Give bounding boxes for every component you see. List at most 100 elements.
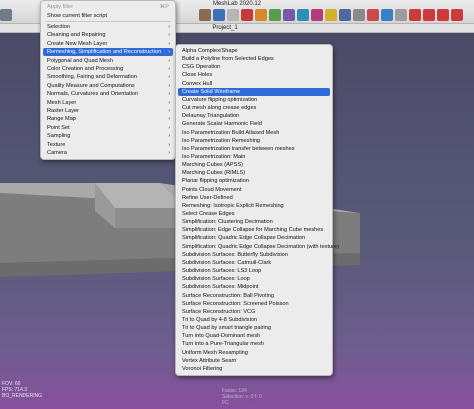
filters-menu: Apply filter ⌘P Show current filter scri… — [40, 0, 176, 160]
submenu-item-refine-user-defined[interactable]: Refine User-Defined — [178, 194, 330, 202]
chevron-right-icon: › — [168, 40, 170, 47]
chevron-right-icon: › — [168, 99, 170, 106]
chevron-right-icon: › — [168, 74, 170, 81]
submenu-item-turn-into-quad-dominant-mesh[interactable]: Turn into Quad-Dominant mesh — [178, 332, 330, 340]
submenu-item-planar-flipping-optimization[interactable]: Planar flipping optimization — [178, 177, 330, 185]
filter-category-texture[interactable]: Texture › — [43, 141, 173, 149]
submenu-item-iso-parametrization-build-atlased-mesh[interactable]: Iso Parametrization Build Atlased Mesh — [178, 129, 330, 137]
toolbar-icon[interactable] — [241, 9, 253, 21]
submenu-item-subdivision-surfaces-loop[interactable]: Subdivision Surfaces: Loop — [178, 275, 330, 283]
filter-category-normals-curvatures-and-orientation[interactable]: Normals, Curvatures and Orientation › — [43, 90, 173, 98]
filter-category-color-creation-and-processing[interactable]: Color Creation and Processing › — [43, 65, 173, 73]
filter-category-label: Camera — [47, 150, 67, 156]
submenu-item-marching-cubes-rimls[interactable]: Marching Cubes (RIMLS) — [178, 169, 330, 177]
submenu-item-subdivision-surfaces-ls3-loop[interactable]: Subdivision Surfaces: LS3 Loop — [178, 267, 330, 275]
filter-category-label: Polygonal and Quad Mesh — [47, 57, 113, 64]
submenu-item-simplification-quadric-edge-collapse-decimation[interactable]: Simplification: Quadric Edge Collapse De… — [178, 234, 330, 242]
chevron-right-icon: › — [168, 66, 170, 72]
submenu-item-uniform-mesh-resampling[interactable]: Uniform Mesh Resampling — [178, 349, 330, 357]
chevron-right-icon: › — [168, 49, 170, 56]
toolbar-icon[interactable] — [0, 9, 12, 21]
submenu-item-close-holes[interactable]: Close Holes — [178, 71, 330, 79]
submenu-item-simplification-edge-collapse-for-marching-cube-meshes[interactable]: Simplification: Edge Collapse for Marchi… — [178, 226, 330, 234]
filter-category-point-set[interactable]: Point Set › — [43, 124, 173, 132]
filter-category-polygonal-and-quad-mesh[interactable]: Polygonal and Quad Mesh › — [43, 57, 173, 65]
submenu-item-marching-cubes-apss[interactable]: Marching Cubes (APSS) — [178, 161, 330, 169]
apply-filter-label: Apply filter — [47, 4, 74, 10]
toolbar-icon[interactable] — [297, 9, 309, 21]
submenu-item-generate-scalar-harmonic-field[interactable]: Generate Scalar Harmonic Field — [178, 120, 330, 128]
chevron-right-icon: › — [168, 32, 170, 39]
tab-project[interactable]: Project_1 — [170, 24, 280, 33]
toolbar-icon[interactable] — [283, 9, 295, 21]
submenu-item-vertex-attribute-seam[interactable]: Vertex Attribute Seam — [178, 357, 330, 365]
submenu-item-iso-parametrization-transfer-between-meshes[interactable]: Iso Parametrization transfer between mes… — [178, 145, 330, 153]
filter-category-sampling[interactable]: Sampling › — [43, 132, 173, 140]
apply-filter-item: Apply filter ⌘P — [43, 3, 173, 11]
submenu-item-subdivision-surfaces-butterfly-subdivision[interactable]: Subdivision Surfaces: Butterfly Subdivis… — [178, 251, 330, 259]
submenu-item-surface-reconstruction-screened-poisson[interactable]: Surface Reconstruction: Screened Poisson — [178, 300, 330, 308]
chevron-right-icon: › — [168, 150, 170, 156]
submenu-item-create-solid-wireframe[interactable]: Create Solid Wireframe — [178, 87, 330, 96]
submenu-item-convex-hull[interactable]: Convex Hull — [178, 80, 330, 88]
filter-category-mesh-layer[interactable]: Mesh Layer › — [43, 99, 173, 107]
submenu-item-points-cloud-movement[interactable]: Points Cloud Movement — [178, 186, 330, 194]
submenu-item-turn-into-a-pure-triangular-mesh[interactable]: Turn into a Pure-Triangular mesh — [178, 340, 330, 348]
hud-left: FOV: 60 FPS: 714.3 BO_RENDERING — [2, 381, 42, 399]
close-icon[interactable] — [423, 9, 435, 21]
toolbar-icon[interactable] — [367, 9, 379, 21]
toolbar-icon[interactable] — [325, 9, 337, 21]
filter-category-remeshing-simplification-and-reconstruction[interactable]: Remeshing, Simplification and Reconstruc… — [43, 48, 173, 57]
filter-category-label: Sampling — [47, 133, 71, 140]
toolbar-icon[interactable] — [255, 9, 267, 21]
filter-category-range-map[interactable]: Range Map › — [43, 115, 173, 123]
toolbar-icon[interactable] — [213, 9, 225, 21]
filter-category-cleaning-and-repairing[interactable]: Cleaning and Repairing › — [43, 31, 173, 39]
toolbar-icon[interactable] — [227, 9, 239, 21]
filter-category-label: Range Map — [47, 116, 76, 123]
show-filter-script-item[interactable]: Show current filter script — [43, 12, 173, 20]
filter-category-selection[interactable]: Selection › — [43, 23, 173, 31]
chevron-right-icon: › — [168, 108, 170, 114]
submenu-item-cut-mesh-along-crease-edges[interactable]: Cut mesh along crease edges — [178, 104, 330, 112]
toolbar-icon[interactable] — [381, 9, 393, 21]
filter-category-label: Create New Mesh Layer — [47, 40, 108, 47]
submenu-item-csg-operation[interactable]: CSG Operation — [178, 63, 330, 71]
submenu-item-alpha-complex-shape[interactable]: Alpha Complex/Shape — [178, 47, 330, 55]
filter-category-camera[interactable]: Camera › — [43, 149, 173, 157]
submenu-item-tri-to-quad-by-smart-triangle-pairing[interactable]: Tri to Quad by smart triangle pairing — [178, 324, 330, 332]
toolbar-icon[interactable] — [269, 9, 281, 21]
toolbar-icon[interactable] — [311, 9, 323, 21]
submenu-item-tri-to-quad-by-4-8-subdivision[interactable]: Tri to Quad by 4-8 Subdivision — [178, 316, 330, 324]
submenu-item-remeshing-isotropic-explicit-remeshing[interactable]: Remeshing: Isotropic Explicit Remeshing — [178, 202, 330, 210]
close-icon[interactable] — [437, 9, 449, 21]
toolbar-icon[interactable] — [353, 9, 365, 21]
submenu-item-simplification-clustering-decimation[interactable]: Simplification: Clustering Decimation — [178, 218, 330, 226]
filter-category-label: Cleaning and Repairing — [47, 32, 106, 39]
toolbar-icon[interactable] — [199, 9, 211, 21]
filter-category-raster-layer[interactable]: Raster Layer › — [43, 107, 173, 115]
submenu-item-select-crease-edges[interactable]: Select Crease Edges — [178, 210, 330, 218]
filter-category-smoothing-fairing-and-deformation[interactable]: Smoothing, Fairing and Deformation › — [43, 73, 173, 81]
submenu-item-surface-reconstruction-ball-pivoting[interactable]: Surface Reconstruction: Ball Pivoting — [178, 292, 330, 300]
submenu-item-subdivision-surfaces-catmull-clark[interactable]: Subdivision Surfaces: Catmull-Clark — [178, 259, 330, 267]
toolbar-icon[interactable] — [395, 9, 407, 21]
submenu-item-iso-parametrization-main[interactable]: Iso Parametrization: Main — [178, 153, 330, 161]
submenu-item-voronoi-filtering[interactable]: Voronoi Filtering — [178, 365, 330, 373]
close-icon[interactable] — [451, 9, 463, 21]
close-icon[interactable] — [409, 9, 421, 21]
submenu-item-subdivision-surfaces-midpoint[interactable]: Subdivision Surfaces: Midpoint — [178, 283, 330, 291]
submenu-item-delaunay-triangulation[interactable]: Delaunay Triangulation — [178, 112, 330, 120]
filter-category-label: Mesh Layer — [47, 99, 77, 106]
submenu-item-surface-reconstruction-vcg[interactable]: Surface Reconstruction: VCG — [178, 308, 330, 316]
submenu-item-simplification-quadric-edge-collapse-decimation-with-texture[interactable]: Simplification: Quadric Edge Collapse De… — [178, 243, 339, 251]
filter-category-label: Quality Measure and Computations — [47, 82, 135, 89]
chevron-right-icon: › — [168, 24, 170, 30]
chevron-right-icon: › — [168, 57, 170, 64]
submenu-item-build-a-polyline-from-selected-edges[interactable]: Build a Polyline from Selected Edges — [178, 55, 330, 63]
submenu-item-curvature-flipping-optimization[interactable]: Curvature flipping optimization — [178, 96, 330, 104]
filter-category-quality-measure-and-computations[interactable]: Quality Measure and Computations › — [43, 82, 173, 90]
submenu-item-iso-parametrization-remeshing[interactable]: Iso Parametrization Remeshing — [178, 137, 330, 145]
toolbar-icon[interactable] — [339, 9, 351, 21]
filter-category-create-new-mesh-layer[interactable]: Create New Mesh Layer › — [43, 40, 173, 48]
